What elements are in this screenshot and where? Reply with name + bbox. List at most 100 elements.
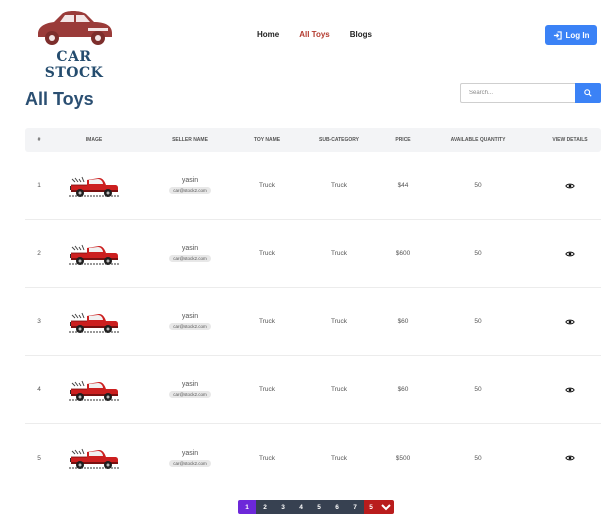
page-title: All Toys xyxy=(25,89,94,109)
sub-category: Truck xyxy=(330,454,347,462)
sub-category: Truck xyxy=(330,318,347,325)
seller-name: yasin xyxy=(181,381,199,388)
view-details-button[interactable] xyxy=(539,250,601,258)
price: $500 xyxy=(395,454,411,462)
truck-image xyxy=(69,244,119,265)
row-index: 3 xyxy=(37,318,41,325)
header-available-quantity: AVAILABLE QUANTITY xyxy=(450,137,506,143)
seller-email: car@stock2.com xyxy=(169,323,211,330)
seller-name: yasin xyxy=(181,245,199,252)
vintage-car-logo-icon xyxy=(38,11,112,45)
nav-all-toys[interactable]: All Toys xyxy=(299,30,330,39)
available-quantity: 50 xyxy=(474,182,482,189)
eye-icon xyxy=(565,183,575,188)
header-price: PRICE xyxy=(395,137,411,143)
per-page-dropdown[interactable] xyxy=(378,500,394,514)
search-input[interactable] xyxy=(460,83,575,103)
page-1-button[interactable]: 1 xyxy=(238,500,256,514)
eye-icon xyxy=(565,251,575,256)
toy-name: Truck xyxy=(258,318,275,325)
search-icon xyxy=(584,89,592,97)
toy-image-cell xyxy=(53,174,135,198)
page-3-button[interactable]: 3 xyxy=(274,500,292,514)
toy-name: Truck xyxy=(258,182,275,189)
eye-icon xyxy=(565,319,575,324)
seller-cell: yasin car@stock2.com xyxy=(135,245,245,262)
toy-image-cell xyxy=(53,446,135,470)
eye-icon xyxy=(565,387,575,392)
toy-image-cell xyxy=(53,242,135,266)
nav-blogs[interactable]: Blogs xyxy=(350,30,372,39)
chevron-down-icon xyxy=(381,503,391,510)
eye-icon xyxy=(565,455,575,461)
login-button[interactable]: Log In xyxy=(545,25,597,45)
row-index: 5 xyxy=(37,454,41,462)
header-sub-category: SUB-CATEGORY xyxy=(319,137,359,143)
view-details-button[interactable] xyxy=(539,318,601,326)
header-view-details: VIEW DETAILS xyxy=(552,137,588,143)
row-index: 1 xyxy=(37,182,41,189)
page-7-button[interactable]: 7 xyxy=(346,500,364,514)
header-image: IMAGE xyxy=(85,137,103,143)
page-4-button[interactable]: 4 xyxy=(292,500,310,514)
seller-email: car@stock2.com xyxy=(169,459,211,467)
toy-name: Truck xyxy=(258,250,275,257)
login-icon xyxy=(553,30,562,40)
page-2-button[interactable]: 2 xyxy=(256,500,274,514)
header-index: # xyxy=(37,137,41,143)
toy-name: Truck xyxy=(258,386,275,393)
per-page-select[interactable]: 5 xyxy=(364,500,378,514)
toy-image-cell xyxy=(53,378,135,402)
seller-email: car@stock2.com xyxy=(169,391,211,398)
table-header: # IMAGE SELLER NAME TOY NAME SUB-CATEGOR… xyxy=(25,128,601,152)
table-row: 4 yasin car@stock2.com Truck Truck $60 5… xyxy=(25,356,601,424)
seller-cell: yasin car@stock2.com xyxy=(135,177,245,194)
available-quantity: 50 xyxy=(474,250,482,257)
page-6-button[interactable]: 6 xyxy=(328,500,346,514)
row-index: 4 xyxy=(37,386,41,393)
page-5-button[interactable]: 5 xyxy=(310,500,328,514)
seller-name: yasin xyxy=(181,177,199,184)
nav-home[interactable]: Home xyxy=(257,30,279,39)
search-bar xyxy=(460,83,601,103)
seller-name: yasin xyxy=(181,313,199,320)
table-row: 1 yasin car@stock2.com Truck Truck $44 5… xyxy=(25,152,601,220)
toys-table: # IMAGE SELLER NAME TOY NAME SUB-CATEGOR… xyxy=(25,128,601,492)
toy-image-cell xyxy=(53,310,135,334)
seller-email: car@stock2.com xyxy=(169,187,211,194)
brand-logo[interactable]: CAR STOCK xyxy=(30,6,118,81)
sub-category: Truck xyxy=(330,182,347,189)
available-quantity: 50 xyxy=(474,318,482,325)
seller-cell: yasin car@stock2.com xyxy=(135,381,245,398)
price: $44 xyxy=(397,182,409,189)
truck-image xyxy=(69,312,119,333)
available-quantity: 50 xyxy=(474,454,482,462)
main-nav: Home All Toys Blogs xyxy=(257,30,392,39)
view-details-button[interactable] xyxy=(539,386,601,394)
table-row: 5 yasin car@stock2.com Truck Truck $500 xyxy=(25,424,601,492)
header-toy-name: TOY NAME xyxy=(253,137,281,143)
seller-name: yasin xyxy=(181,449,199,457)
header-seller-name: SELLER NAME xyxy=(172,137,208,143)
toy-name: Truck xyxy=(258,454,275,462)
sub-category: Truck xyxy=(330,250,347,257)
view-details-button[interactable] xyxy=(539,454,601,462)
seller-cell: yasin car@stock2.com xyxy=(135,313,245,330)
truck-image xyxy=(69,448,119,469)
price: $60 xyxy=(397,386,409,393)
sub-category: Truck xyxy=(330,386,347,393)
table-row: 2 yasin car@stock2.com Truck Truck $600 xyxy=(25,220,601,288)
brand-name: CAR STOCK xyxy=(44,49,104,81)
price: $600 xyxy=(395,250,411,257)
login-label: Log In xyxy=(565,30,590,40)
view-details-button[interactable] xyxy=(539,182,601,190)
truck-image xyxy=(69,176,119,197)
available-quantity: 50 xyxy=(474,386,482,393)
search-button[interactable] xyxy=(575,83,601,103)
seller-cell: yasin car@stock2.com xyxy=(135,450,245,467)
pagination: 1 2 3 4 5 6 7 5 xyxy=(238,500,394,514)
truck-image xyxy=(69,380,119,401)
table-row: 3 yasin car@stock2.com Truck Truck $60 5… xyxy=(25,288,601,356)
table-body: 1 yasin car@stock2.com Truck Truck $44 5… xyxy=(25,152,601,492)
row-index: 2 xyxy=(37,250,41,257)
